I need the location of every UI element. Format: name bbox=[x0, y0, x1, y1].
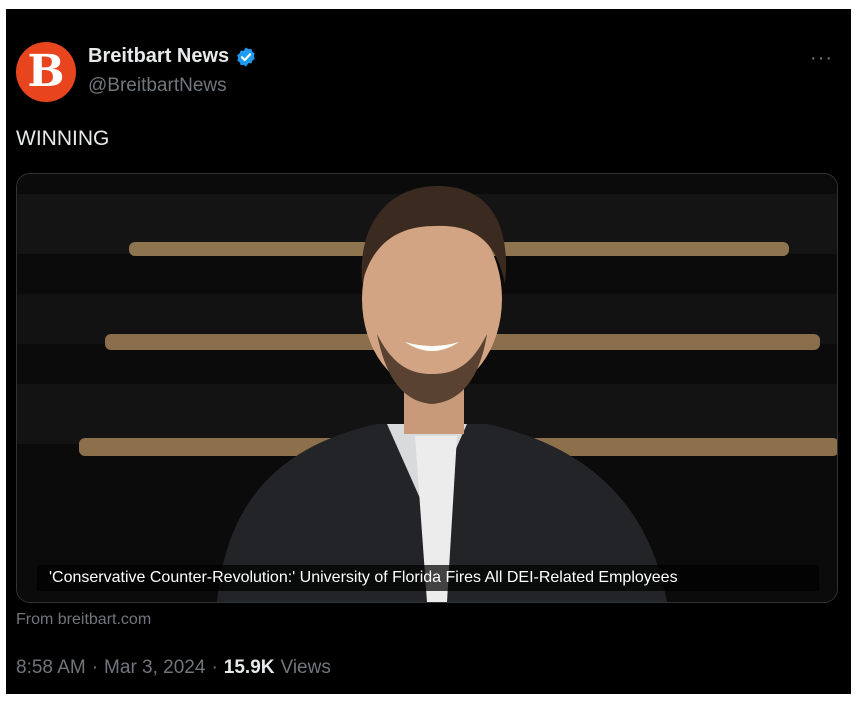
author-display-name[interactable]: Breitbart News bbox=[88, 45, 229, 68]
avatar[interactable]: B bbox=[16, 42, 76, 102]
tweet-time[interactable]: 8:58 AM bbox=[16, 657, 86, 679]
link-card[interactable]: 'Conservative Counter-Revolution:' Unive… bbox=[16, 173, 838, 603]
views-label: Views bbox=[280, 657, 331, 678]
tweet-meta: 8:58 AM · Mar 3, 2024 · 15.9K Views bbox=[16, 657, 331, 679]
views-count: 15.9K bbox=[223, 657, 275, 678]
meta-separator: · bbox=[91, 657, 99, 678]
tweet: B Breitbart News @BreitbartNews ··· WINN… bbox=[6, 9, 851, 694]
author-name-row: Breitbart News bbox=[88, 45, 257, 68]
author-handle[interactable]: @BreitbartNews bbox=[88, 75, 227, 97]
card-source[interactable]: From breitbart.com bbox=[16, 611, 151, 629]
meta-separator: · bbox=[211, 657, 218, 678]
avatar-letter: B bbox=[27, 46, 65, 97]
card-photo bbox=[17, 174, 837, 602]
tweet-date[interactable]: Mar 3, 2024 bbox=[104, 657, 205, 679]
verified-badge-icon bbox=[237, 46, 255, 67]
tweet-text: WINNING bbox=[16, 127, 110, 150]
more-options-icon[interactable]: ··· bbox=[810, 47, 833, 70]
card-headline[interactable]: 'Conservative Counter-Revolution:' Unive… bbox=[37, 565, 819, 591]
